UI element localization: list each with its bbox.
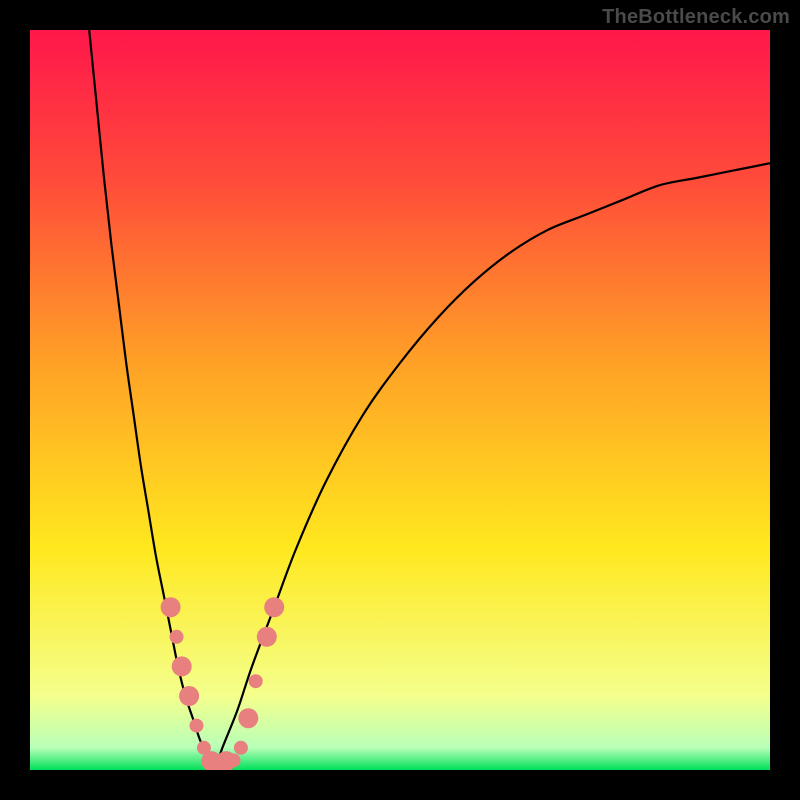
highlight-dot: [257, 627, 277, 647]
highlight-dot: [234, 741, 248, 755]
highlight-dot: [179, 686, 199, 706]
highlight-dot: [227, 753, 241, 767]
highlight-dot: [264, 597, 284, 617]
plot-area: [30, 30, 770, 770]
highlight-dot: [170, 630, 184, 644]
gradient-background: [30, 30, 770, 770]
watermark-text: TheBottleneck.com: [602, 6, 790, 29]
highlight-dot: [249, 674, 263, 688]
highlight-dot: [161, 597, 181, 617]
chart-frame: TheBottleneck.com: [0, 0, 800, 800]
highlight-dot: [172, 656, 192, 676]
highlight-dot: [238, 708, 258, 728]
chart-svg: [30, 30, 770, 770]
highlight-dot: [190, 719, 204, 733]
